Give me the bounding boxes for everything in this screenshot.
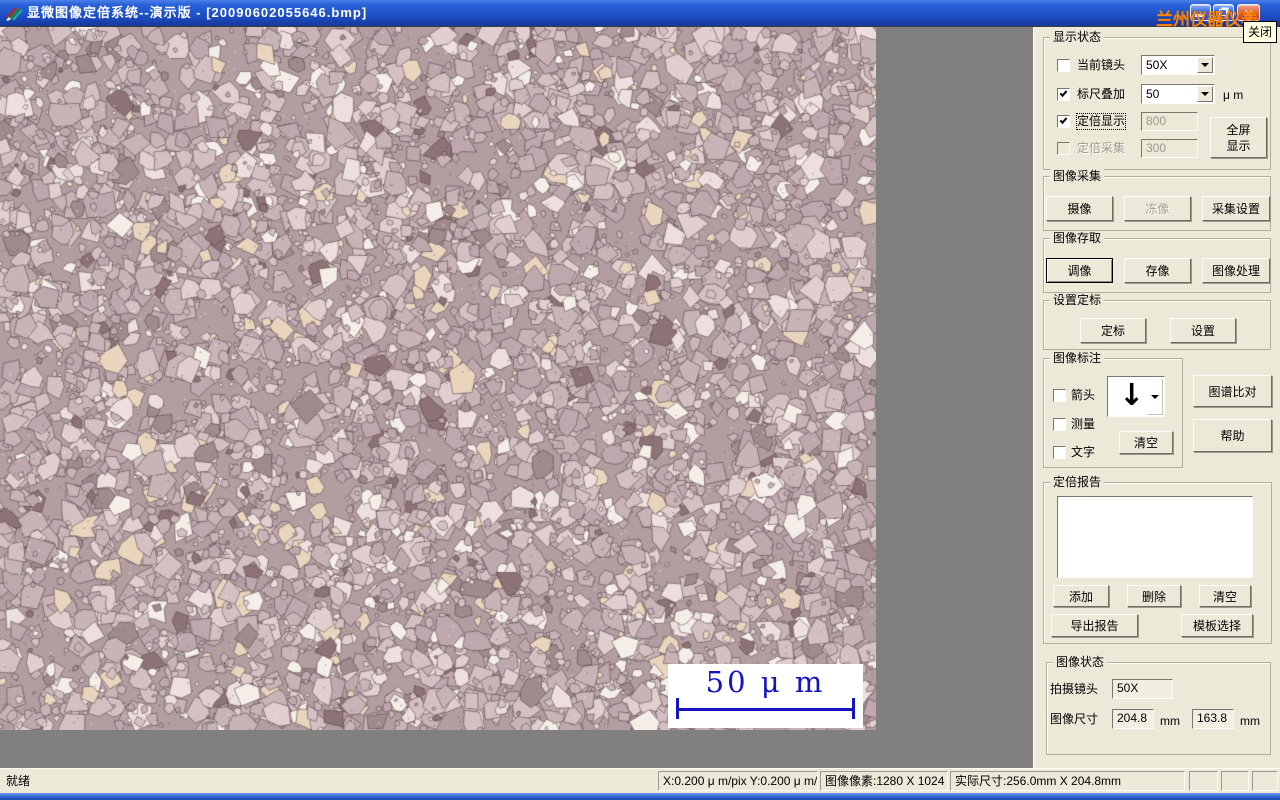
measure-label: 测量 xyxy=(1071,417,1096,431)
report-delete-button[interactable]: 删除 xyxy=(1127,585,1181,607)
load-image-button[interactable]: 调像 xyxy=(1046,258,1113,283)
arrow-label: 箭头 xyxy=(1071,388,1096,402)
application-window: { "titlebar": { "title": "显微图像定倍系统--演示版 … xyxy=(0,0,1280,800)
measure-checkbox[interactable] xyxy=(1053,418,1066,431)
shoot-button[interactable]: 摄像 xyxy=(1046,196,1113,221)
ruler-unit-label: μ m xyxy=(1223,88,1244,102)
settings-button[interactable]: 设置 xyxy=(1170,318,1236,343)
current-lens-combobox[interactable]: 50X xyxy=(1141,55,1215,75)
window-title: 显微图像定倍系统--演示版 - [20090602055646.bmp] xyxy=(27,5,368,20)
width-unit-label: mm xyxy=(1160,714,1180,728)
fixed-display-label: 定倍显示 xyxy=(1075,113,1127,130)
image-capture-legend: 图像采集 xyxy=(1050,169,1105,183)
ruler-value-combobox[interactable]: 50 xyxy=(1141,84,1215,104)
calibration-group: 设置定标 xyxy=(1043,293,1271,350)
status-spare-panel-3 xyxy=(1252,771,1278,791)
shoot-lens-field: 50X xyxy=(1112,679,1173,699)
scale-bar-tick-left xyxy=(676,698,679,719)
text-checkbox[interactable] xyxy=(1053,446,1066,459)
arrow-style-combobox[interactable]: ↓ xyxy=(1107,376,1165,417)
image-size-label: 图像尺寸 xyxy=(1050,712,1099,726)
freeze-button: 冻像 xyxy=(1124,196,1191,221)
ruler-overlay-checkbox[interactable] xyxy=(1057,88,1070,101)
check-icon xyxy=(1059,89,1068,97)
fixed-capture-label: 定倍采集 xyxy=(1077,141,1126,155)
calibration-legend: 设置定标 xyxy=(1050,293,1105,307)
status-pixels: 图像像素:1280 X 1024 xyxy=(820,771,948,791)
fixed-display-field: 800 xyxy=(1141,112,1198,131)
scale-bar-line xyxy=(677,708,854,711)
current-lens-value: 50X xyxy=(1146,58,1168,72)
shoot-lens-label: 拍摄镜头 xyxy=(1050,682,1099,696)
text-label: 文字 xyxy=(1071,445,1096,459)
fixed-capture-field: 300 xyxy=(1141,139,1198,158)
image-process-button[interactable]: 图像处理 xyxy=(1202,258,1270,283)
status-actual-size: 实际尺寸:256.0mm X 204.8mm xyxy=(950,771,1185,791)
fixed-capture-checkbox xyxy=(1057,142,1070,155)
report-legend: 定倍报告 xyxy=(1050,475,1105,489)
status-bar: 就绪 X:0.200 μ m/pix Y:0.200 μ m/pix 图像像素:… xyxy=(0,768,1280,793)
current-lens-checkbox[interactable] xyxy=(1057,59,1070,72)
chevron-down-icon xyxy=(1151,394,1159,399)
status-spare-panel-1 xyxy=(1189,771,1218,791)
save-image-button[interactable]: 存像 xyxy=(1124,258,1191,283)
window-bottom-border xyxy=(0,793,1280,800)
template-select-button[interactable]: 模板选择 xyxy=(1181,614,1253,637)
micrograph-image[interactable] xyxy=(0,27,876,730)
display-status-legend: 显示状态 xyxy=(1050,30,1105,44)
export-report-button[interactable]: 导出报告 xyxy=(1051,614,1138,637)
report-add-button[interactable]: 添加 xyxy=(1053,585,1109,607)
ruler-value: 50 xyxy=(1146,87,1160,101)
fixed-display-checkbox[interactable] xyxy=(1057,115,1070,128)
scale-bar-label: 50 μ m xyxy=(705,665,826,699)
close-tooltip: 关闭 xyxy=(1243,21,1278,43)
status-ready: 就绪 xyxy=(6,774,31,788)
arrow-checkbox[interactable] xyxy=(1053,389,1066,402)
down-arrow-icon: ↓ xyxy=(1119,378,1145,413)
current-lens-label: 当前镜头 xyxy=(1077,58,1126,72)
ruler-overlay-label: 标尺叠加 xyxy=(1077,87,1126,101)
title-bar: 显微图像定倍系统--演示版 - [20090602055646.bmp] 兰州仪… xyxy=(0,0,1280,29)
capture-settings-button[interactable]: 采集设置 xyxy=(1202,196,1270,221)
status-spare-panel-2 xyxy=(1221,771,1249,791)
image-status-group: 图像状态 xyxy=(1046,655,1271,755)
annotation-clear-button[interactable]: 清空 xyxy=(1119,431,1173,454)
help-button[interactable]: 帮助 xyxy=(1193,419,1272,452)
height-unit-label: mm xyxy=(1240,714,1260,728)
annotation-legend: 图像标注 xyxy=(1050,351,1105,365)
fullscreen-button[interactable]: 全屏显示 xyxy=(1210,117,1267,158)
scale-bar-tick-right xyxy=(852,698,855,719)
image-height-field: 163.8 xyxy=(1192,709,1234,729)
chevron-down-icon xyxy=(1201,92,1209,96)
current-lens-dropdown-button[interactable] xyxy=(1197,57,1213,73)
report-clear-button[interactable]: 清空 xyxy=(1199,585,1251,607)
image-storage-legend: 图像存取 xyxy=(1050,231,1105,245)
report-listbox[interactable] xyxy=(1057,496,1253,578)
scale-bar-overlay: 50 μ m xyxy=(668,664,863,728)
chevron-down-icon xyxy=(1201,63,1209,67)
ruler-dropdown-button[interactable] xyxy=(1197,86,1213,102)
atlas-compare-button[interactable]: 图谱比对 xyxy=(1193,375,1272,407)
image-status-legend: 图像状态 xyxy=(1053,655,1108,669)
image-width-field: 204.8 xyxy=(1112,709,1154,729)
calibrate-button[interactable]: 定标 xyxy=(1080,318,1146,343)
status-resolution: X:0.200 μ m/pix Y:0.200 μ m/pix xyxy=(658,771,818,791)
check-icon xyxy=(1059,116,1068,124)
app-icon xyxy=(6,7,23,21)
arrow-style-dropdown-button[interactable] xyxy=(1147,378,1163,415)
